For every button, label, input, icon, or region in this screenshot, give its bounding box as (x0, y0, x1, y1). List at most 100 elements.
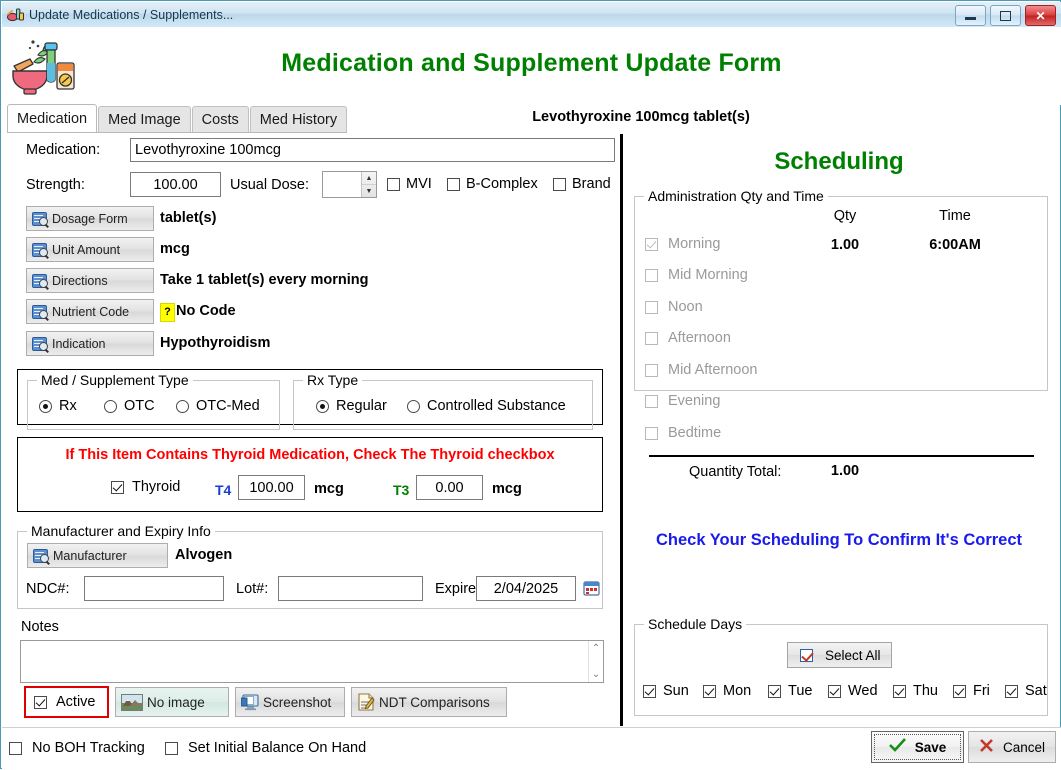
directions-button[interactable]: Directions (26, 268, 154, 293)
scroll-down-icon[interactable]: ⌄ (592, 669, 600, 680)
afternoon-checkbox[interactable] (645, 331, 658, 345)
lookup-icon (33, 548, 50, 565)
no-boh-tracking-group[interactable]: No BOH Tracking (9, 740, 145, 756)
set-initial-balance-checkbox[interactable] (165, 741, 178, 755)
radio-otc-med[interactable]: OTC-Med (176, 398, 260, 414)
evening-checkbox[interactable] (645, 394, 658, 408)
usual-dose-spin-buttons[interactable]: ▲ ▼ (361, 172, 376, 197)
tab-costs[interactable]: Costs (191, 106, 249, 133)
day-mon[interactable]: Mon (703, 683, 751, 699)
no-boh-tracking-checkbox[interactable] (9, 741, 22, 755)
maximize-button[interactable] (990, 5, 1021, 26)
nutrient-code-warning-badge: ? (160, 303, 175, 322)
lookup-icon (32, 211, 49, 228)
mid-morning-checkbox[interactable] (645, 268, 658, 282)
radio-controlled-substance[interactable]: Controlled Substance (407, 398, 566, 414)
tab-med-history[interactable]: Med History (249, 106, 348, 133)
radio-regular[interactable]: Regular (316, 398, 387, 414)
sat-checkbox[interactable] (1005, 684, 1018, 698)
notes-input[interactable] (21, 641, 588, 682)
tue-label: Tue (788, 683, 813, 699)
bedtime-checkbox[interactable] (645, 426, 658, 440)
nutrient-code-button[interactable]: Nutrient Code (26, 299, 154, 324)
otc-radio[interactable] (104, 399, 117, 413)
rx-radio[interactable] (39, 399, 52, 413)
mvi-checkbox-group[interactable]: MVI (387, 176, 432, 192)
day-fri[interactable]: Fri (953, 683, 990, 699)
strength-input[interactable] (130, 172, 221, 197)
rx-type-group: Rx Type Regular Controlled Substance (293, 372, 593, 430)
tue-checkbox[interactable] (768, 684, 781, 698)
otc-med-radio[interactable] (176, 399, 189, 413)
cancel-button[interactable]: Cancel (968, 731, 1056, 763)
day-sat[interactable]: Sat (1005, 683, 1047, 699)
usual-dose-input[interactable] (323, 172, 363, 197)
indication-button[interactable]: Indication (26, 331, 154, 356)
slot-noon[interactable]: Noon (645, 299, 703, 315)
controlled-substance-radio[interactable] (407, 399, 420, 413)
slot-morning[interactable]: Morning (645, 236, 720, 252)
day-thu[interactable]: Thu (893, 683, 938, 699)
unit-amount-button[interactable]: Unit Amount (26, 237, 154, 262)
notes-scrollbar[interactable]: ⌃ ⌄ (588, 641, 603, 682)
t4-input[interactable] (238, 475, 305, 500)
sun-checkbox[interactable] (643, 684, 656, 698)
indication-button-label: Indication (52, 336, 106, 351)
radio-otc[interactable]: OTC (104, 398, 155, 414)
spin-down-icon[interactable]: ▼ (362, 185, 376, 197)
dosage-form-button[interactable]: Dosage Form (26, 206, 154, 231)
regular-radio[interactable] (316, 399, 329, 413)
select-all-checkbox[interactable] (800, 648, 813, 662)
morning-qty: 1.00 (830, 237, 860, 253)
slot-evening[interactable]: Evening (645, 393, 720, 409)
calendar-icon[interactable] (583, 579, 600, 599)
spin-up-icon[interactable]: ▲ (362, 172, 376, 185)
bcomplex-checkbox-group[interactable]: B-Complex (447, 176, 538, 192)
expires-input[interactable] (476, 576, 576, 601)
noon-checkbox[interactable] (645, 300, 658, 314)
no-image-button[interactable]: No image (115, 687, 229, 717)
ndt-comparisons-button[interactable]: NDT Comparisons (351, 687, 507, 717)
app-window: Update Medications / Supplements... ✕ Me… (0, 0, 1061, 770)
t3-input[interactable] (416, 475, 483, 500)
slot-mid-afternoon[interactable]: Mid Afternoon (645, 362, 757, 378)
slot-afternoon[interactable]: Afternoon (645, 330, 731, 346)
tab-med-image[interactable]: Med Image (98, 106, 191, 133)
screenshot-button[interactable]: Screenshot (235, 687, 345, 717)
medication-input[interactable] (130, 138, 615, 162)
select-all-button[interactable]: Select All (787, 642, 892, 668)
sat-label: Sat (1025, 683, 1047, 699)
tab-medication[interactable]: Medication (7, 104, 98, 133)
fri-checkbox[interactable] (953, 684, 966, 698)
set-initial-balance-group[interactable]: Set Initial Balance On Hand (165, 740, 366, 756)
notes-textarea[interactable]: ⌃ ⌄ (20, 640, 604, 683)
slot-bedtime[interactable]: Bedtime (645, 425, 721, 441)
mid-afternoon-checkbox[interactable] (645, 363, 658, 377)
wed-label: Wed (848, 683, 878, 699)
active-checkbox[interactable] (34, 695, 47, 709)
thyroid-checkbox[interactable] (111, 480, 124, 494)
day-tue[interactable]: Tue (768, 683, 812, 699)
thyroid-checkbox-group[interactable]: Thyroid (111, 479, 180, 495)
minimize-button[interactable] (955, 5, 986, 26)
usual-dose-stepper[interactable]: ▲ ▼ (322, 171, 377, 198)
day-wed[interactable]: Wed (828, 683, 878, 699)
slot-mid-morning[interactable]: Mid Morning (645, 267, 748, 283)
mon-checkbox[interactable] (703, 684, 716, 698)
manufacturer-button[interactable]: Manufacturer (27, 543, 168, 568)
active-checkbox-group[interactable]: Active (24, 686, 109, 718)
scroll-up-icon[interactable]: ⌃ (592, 643, 600, 654)
bcomplex-checkbox[interactable] (447, 177, 460, 191)
close-button[interactable]: ✕ (1025, 5, 1056, 26)
morning-checkbox[interactable] (645, 237, 658, 251)
ndc-input[interactable] (84, 576, 224, 601)
save-button[interactable]: Save (871, 731, 964, 763)
radio-rx[interactable]: Rx (39, 398, 77, 414)
brand-checkbox-group[interactable]: Brand (553, 176, 611, 192)
brand-checkbox[interactable] (553, 177, 566, 191)
thu-checkbox[interactable] (893, 684, 906, 698)
day-sun[interactable]: Sun (643, 683, 689, 699)
wed-checkbox[interactable] (828, 684, 841, 698)
mvi-checkbox[interactable] (387, 177, 400, 191)
lot-input[interactable] (278, 576, 423, 601)
